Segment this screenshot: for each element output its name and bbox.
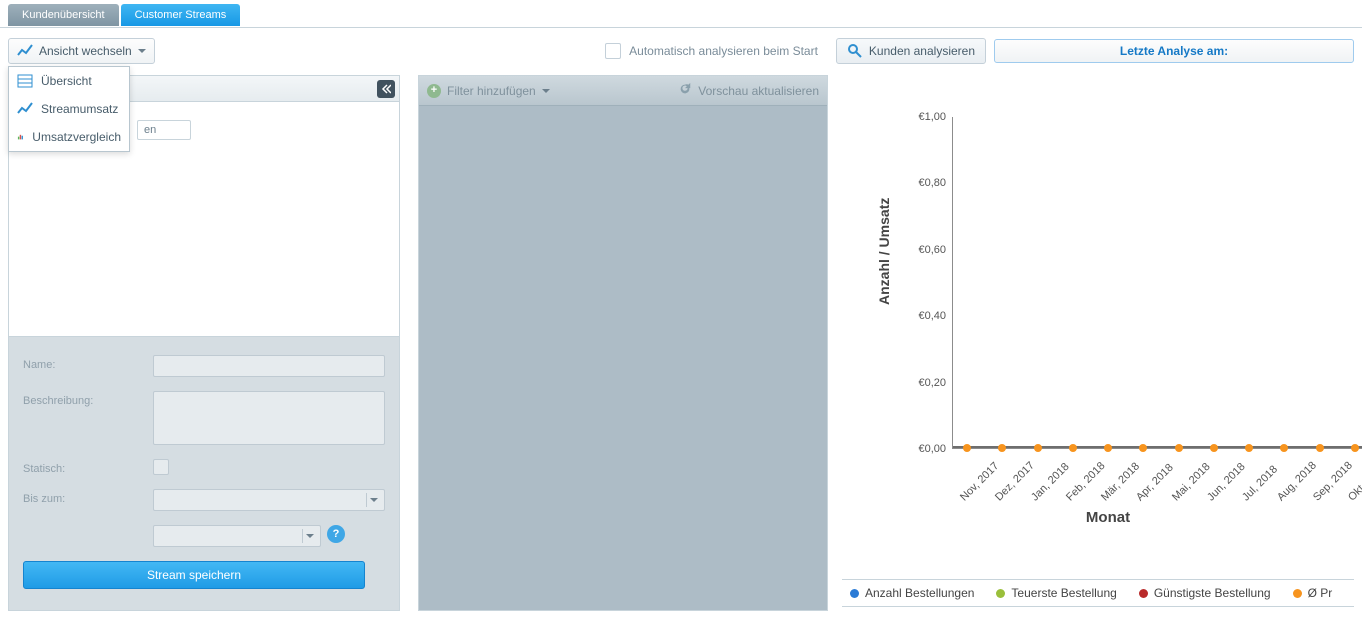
legend-dot-icon — [1293, 589, 1302, 598]
menu-sales-compare-label: Umsatzvergleich — [32, 130, 121, 144]
view-switch-label: Ansicht wechseln — [39, 44, 132, 58]
menu-stream-sales[interactable]: Streamumsatz — [9, 95, 129, 123]
table-icon — [17, 73, 33, 89]
divider — [0, 27, 1362, 28]
legend-label: Teuerste Bestellung — [1011, 586, 1116, 600]
until-label: Bis zum: — [23, 489, 153, 505]
tab-customer-streams[interactable]: Customer Streams — [121, 4, 241, 26]
chart-plot — [952, 117, 1362, 449]
view-switch-menu: Übersicht Streamumsatz Umsatzvergleich — [8, 66, 130, 152]
menu-sales-compare[interactable]: Umsatzvergleich — [9, 123, 129, 151]
chart-point — [1034, 444, 1042, 452]
chevron-down-icon — [302, 529, 316, 543]
legend-dot-icon — [996, 589, 1005, 598]
help-icon[interactable]: ? — [327, 525, 345, 543]
save-stream-button[interactable]: Stream speichern — [23, 561, 365, 589]
chart-panel: Anzahl / Umsatz €0,00 €0,20 €0,40 €0,60 €0,8… — [842, 75, 1354, 611]
static-checkbox[interactable] — [153, 459, 169, 475]
chart-baseline — [953, 446, 1362, 448]
refresh-preview-button[interactable]: Vorschau aktualisieren — [678, 82, 819, 99]
legend-item[interactable]: Teuerste Bestellung — [996, 586, 1116, 600]
chart-point — [998, 444, 1006, 452]
chart-point — [1139, 444, 1147, 452]
chart-point — [1104, 444, 1112, 452]
chart-point — [1245, 444, 1253, 452]
legend-label: Anzahl Bestellungen — [865, 586, 974, 600]
magnifier-user-icon — [847, 43, 863, 59]
partial-tab[interactable]: en — [137, 120, 191, 140]
until-date-select[interactable] — [153, 489, 385, 511]
auto-analyse-checkbox[interactable] — [605, 43, 621, 59]
legend-item[interactable]: Ø Pr — [1293, 586, 1333, 600]
chart-point — [1316, 444, 1324, 452]
chart-point — [1210, 444, 1218, 452]
collapse-left-button[interactable] — [377, 80, 395, 98]
filter-panel: + Filter hinzufügen Vorschau aktualisier… — [418, 75, 828, 611]
chart-y-tick: €0,80 — [906, 177, 946, 189]
chart-y-tick: €0,20 — [906, 377, 946, 389]
chart-point — [1069, 444, 1077, 452]
legend-dot-icon — [850, 589, 859, 598]
chart-x-label: Monat — [870, 509, 1346, 526]
chart-y-tick: €0,40 — [906, 310, 946, 322]
legend-label: Ø Pr — [1308, 586, 1333, 600]
streams-panel: en Name: Beschreibung: Statisch: Bis zum… — [8, 75, 400, 611]
analyse-customers-label: Kunden analysieren — [869, 44, 975, 58]
menu-overview-label: Übersicht — [41, 74, 92, 88]
stream-form: Name: Beschreibung: Statisch: Bis zum: ?… — [9, 336, 399, 610]
static-label: Statisch: — [23, 459, 153, 475]
chart-bar-icon — [17, 129, 24, 145]
chart-line-icon — [17, 101, 33, 117]
description-input[interactable] — [153, 391, 385, 445]
chevron-down-icon — [366, 493, 380, 507]
chevron-down-icon — [542, 84, 550, 98]
add-filter-label: Filter hinzufügen — [447, 84, 536, 98]
chart-y-tick: €0,00 — [906, 443, 946, 455]
chart-point — [1351, 444, 1359, 452]
chart-y-label: Anzahl / Umsatz — [876, 198, 892, 305]
refresh-preview-label: Vorschau aktualisieren — [698, 84, 819, 98]
name-input[interactable] — [153, 355, 385, 377]
chevron-down-icon — [138, 44, 146, 58]
legend-label: Günstigste Bestellung — [1154, 586, 1271, 600]
tab-customer-overview[interactable]: Kundenübersicht — [8, 4, 119, 26]
analyse-customers-button[interactable]: Kunden analysieren — [836, 38, 986, 64]
menu-stream-sales-label: Streamumsatz — [41, 102, 118, 116]
chart-point — [963, 444, 971, 452]
view-switch-button[interactable]: Ansicht wechseln — [8, 38, 155, 64]
menu-overview[interactable]: Übersicht — [9, 67, 129, 95]
last-analysis-display: Letzte Analyse am: — [994, 39, 1354, 63]
until-time-select[interactable] — [153, 525, 321, 547]
auto-analyse-label: Automatisch analysieren beim Start — [629, 44, 818, 58]
legend-dot-icon — [1139, 589, 1148, 598]
description-label: Beschreibung: — [23, 391, 153, 407]
chart-legend: Anzahl Bestellungen Teuerste Bestellung Gü… — [842, 579, 1354, 607]
name-label: Name: — [23, 355, 153, 371]
chart-point — [1280, 444, 1288, 452]
plus-icon: + — [427, 84, 441, 98]
chart-point — [1175, 444, 1183, 452]
add-filter-button[interactable]: + Filter hinzufügen — [427, 84, 550, 98]
legend-item[interactable]: Anzahl Bestellungen — [850, 586, 974, 600]
chart-x-tick: Mai, 2018 — [1170, 461, 1213, 504]
legend-item[interactable]: Günstigste Bestellung — [1139, 586, 1271, 600]
chart-y-tick: €1,00 — [906, 111, 946, 123]
refresh-icon — [678, 82, 692, 99]
chart-line-icon — [17, 43, 33, 59]
chart-y-tick: €0,60 — [906, 244, 946, 256]
